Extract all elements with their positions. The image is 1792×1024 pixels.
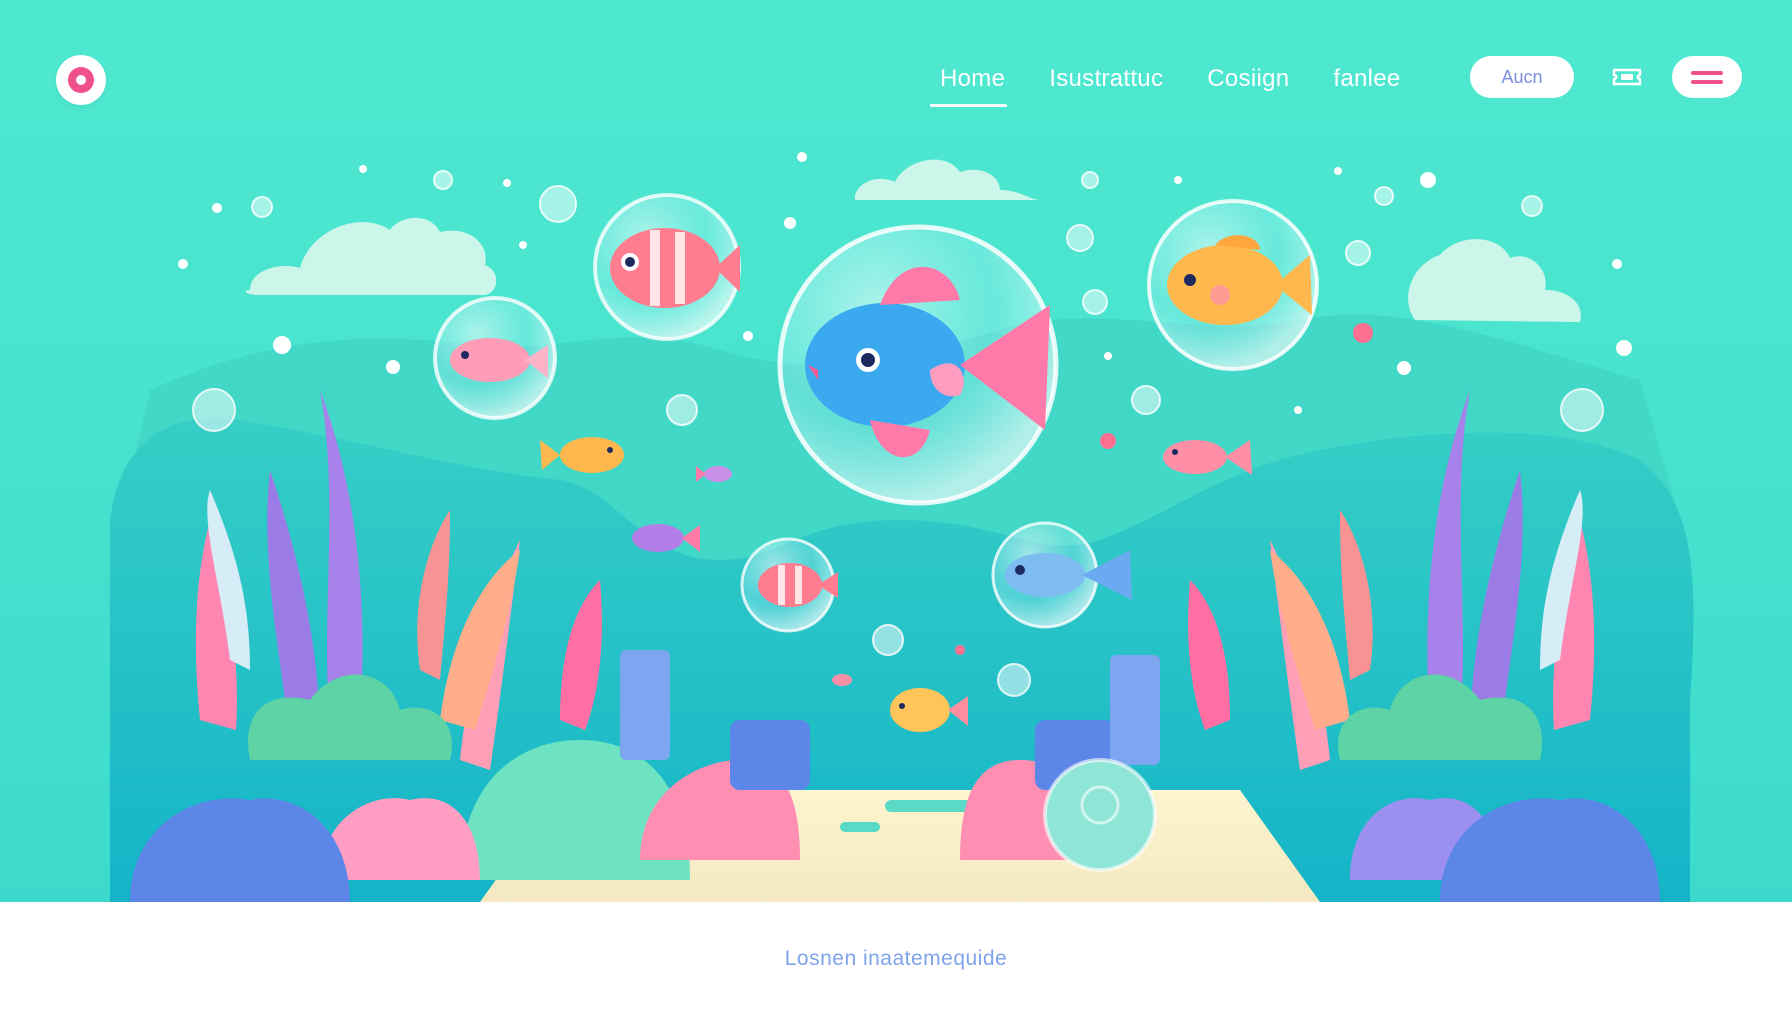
- ticket-icon[interactable]: [1612, 66, 1642, 88]
- logo-mark: [68, 67, 94, 93]
- footer-text: Losnen inaatemequide: [784, 947, 1008, 970]
- yellow-fish-bubble: [1147, 199, 1319, 371]
- top-nav: Home Isustrattuc Cosiign fanlee: [929, 58, 1445, 107]
- clownfish-bubble: [593, 193, 741, 341]
- footer: Losnen inaatemequide: [0, 902, 1792, 1024]
- center-bubble-fish: [777, 224, 1059, 506]
- menu-line-bottom: [1691, 79, 1723, 84]
- nav-link-isustrattuc[interactable]: Isustrattuc: [1049, 65, 1163, 93]
- logo-icon[interactable]: [56, 55, 106, 105]
- nav-link-fanlee[interactable]: fanlee: [1333, 65, 1400, 93]
- logo-dot: [76, 75, 86, 85]
- tiny-pink-fish: [832, 674, 852, 686]
- menu-line-top: [1691, 70, 1723, 75]
- underwater-illustration: [110, 152, 1694, 902]
- hero-banner: Home Isustrattuc Cosiign fanlee Aucn: [0, 0, 1792, 902]
- nav-link-cosiign[interactable]: Cosiign: [1207, 65, 1289, 93]
- menu-icon[interactable]: [1672, 56, 1742, 98]
- aucn-button[interactable]: Aucn: [1470, 56, 1574, 98]
- pink-fish-bubble: [433, 296, 557, 420]
- nav-link-home[interactable]: Home: [929, 65, 1008, 107]
